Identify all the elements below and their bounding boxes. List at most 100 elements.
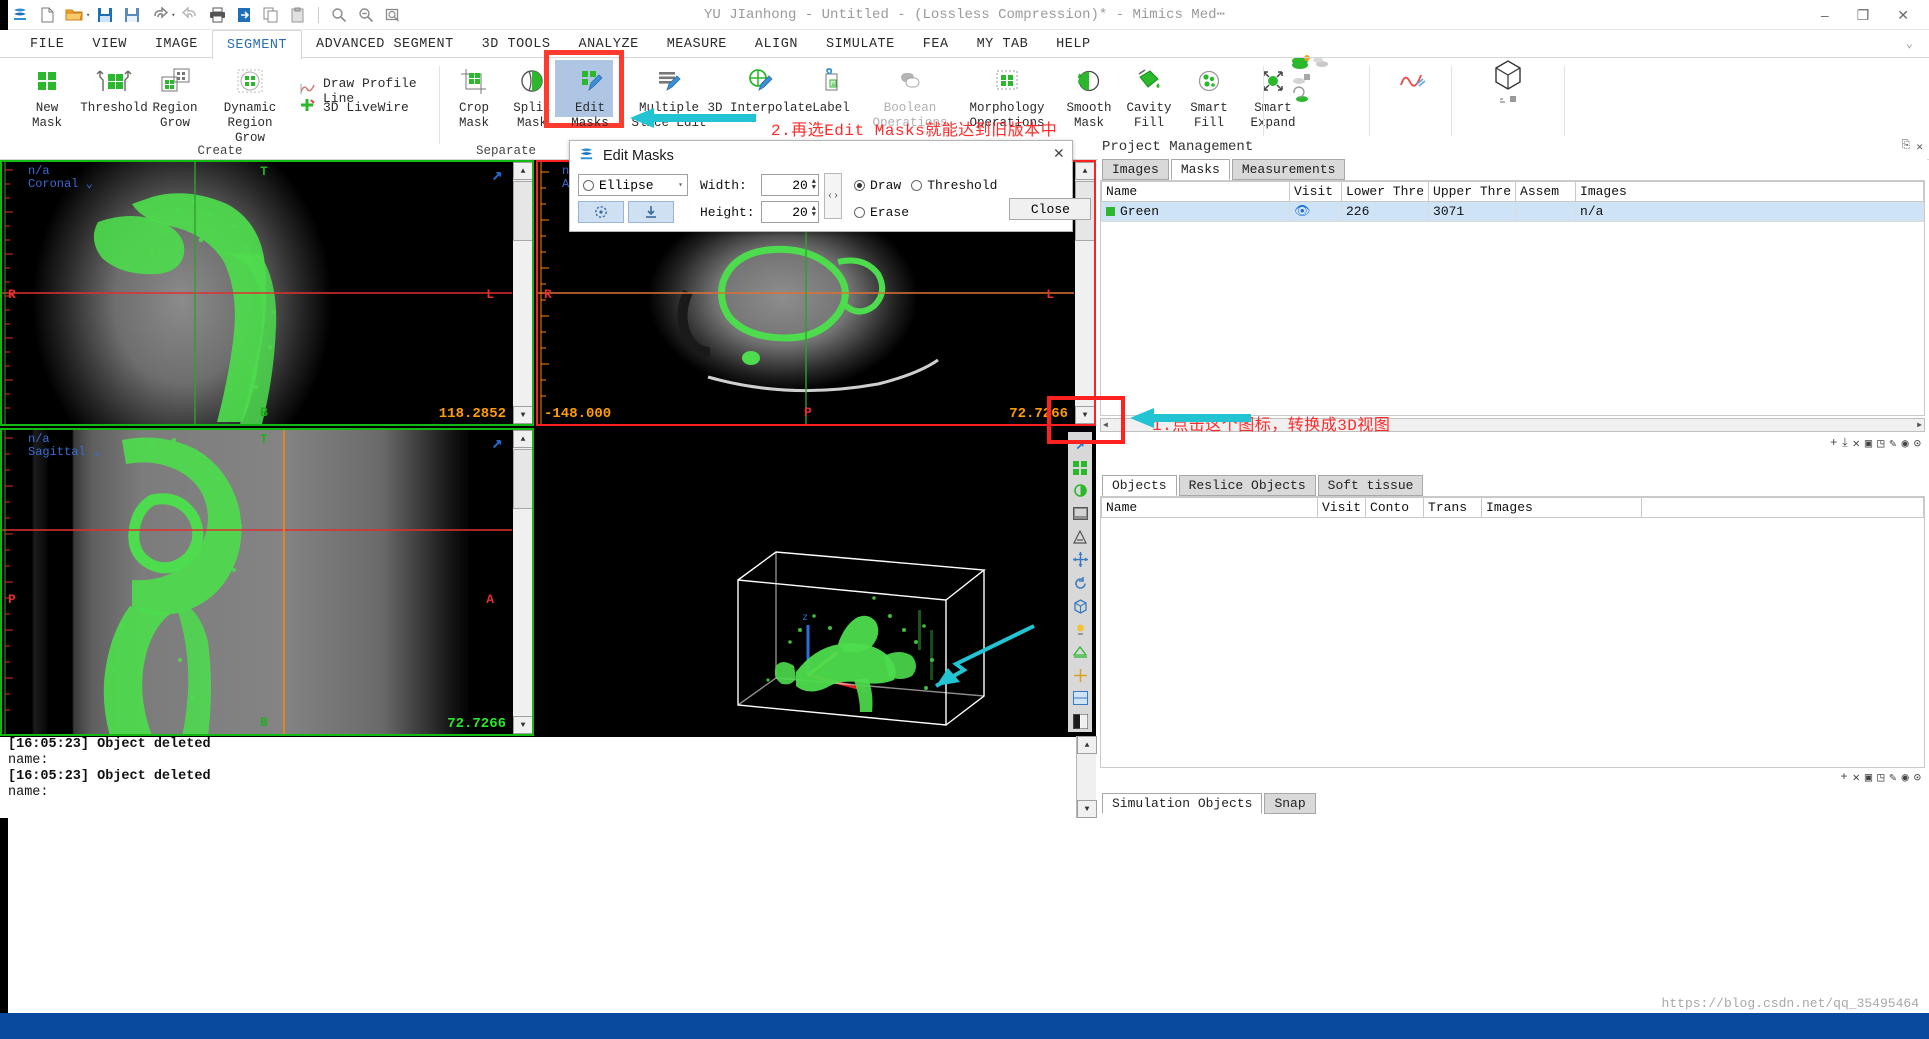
object-visibility-icon[interactable]: ◉ (1902, 770, 1909, 785)
viewport-sagittal-scrollbar[interactable]: ▲ ▼ (512, 430, 532, 734)
menu-item-my-tab[interactable]: MY TAB (963, 30, 1043, 58)
panel-close-icon[interactable]: ✕ (1916, 140, 1923, 154)
column-images[interactable]: Images (1481, 497, 1643, 518)
chevron-down-icon[interactable]: ▾ (678, 180, 683, 190)
link-width-height-button[interactable]: ‹› (824, 173, 842, 219)
clip-plane-icon[interactable] (1069, 642, 1091, 663)
column-visit[interactable]: Visit (1289, 181, 1342, 202)
menu-item-simulate[interactable]: SIMULATE (812, 30, 909, 58)
column-lower-threshold[interactable]: Lower Thre (1340, 181, 1430, 202)
annotate-a-icon[interactable] (1069, 526, 1091, 547)
edit-masks-dialog-close-icon[interactable]: ✕ (1054, 145, 1064, 165)
objects-mini-toolbar[interactable]: + ✕ ▣ ◳ ✎ ◉ ⊙ (1098, 768, 1927, 786)
maximize-button[interactable]: ❐ (1857, 7, 1870, 24)
cavity-fill-button[interactable]: Cavity Fill (1118, 64, 1180, 131)
mask-upper-threshold-cell[interactable]: 3071 (1428, 201, 1517, 222)
draw-radio-option[interactable]: Draw (854, 178, 901, 193)
minimize-button[interactable]: – (1821, 7, 1829, 23)
add-object-icon[interactable]: + (1840, 770, 1847, 784)
mask-visibility-icon[interactable] (1069, 480, 1091, 501)
edit-mask-icon[interactable]: ✎ (1889, 436, 1896, 451)
mask-lower-threshold-cell[interactable]: 226 (1340, 201, 1430, 222)
mask-properties-icon[interactable]: ◳ (1877, 436, 1884, 451)
menu-item-segment[interactable]: SEGMENT (211, 30, 303, 59)
ribbon-collapse-icon[interactable]: ⌄ (1906, 36, 1913, 51)
delete-mask-icon[interactable]: ✕ (1853, 436, 1860, 451)
circle-brush-tool-button[interactable] (578, 201, 624, 223)
smooth-mask-button[interactable]: Smooth Mask (1058, 64, 1120, 131)
close-button[interactable]: ✕ (1897, 7, 1909, 24)
mask-visibility-cell[interactable]: 👁 (1289, 201, 1342, 222)
grid-view-toggle-icon[interactable] (1069, 457, 1091, 478)
viewport-coronal-expand-icon[interactable]: ↗ (486, 166, 508, 186)
dynamic-region-grow-button[interactable]: Dynamic Region Grow (200, 64, 300, 146)
column-images[interactable]: Images (1575, 181, 1924, 202)
viewport-sagittal-expand-icon[interactable]: ↗ (486, 434, 508, 454)
shape-select[interactable]: Ellipse ▾ (578, 174, 688, 196)
scroll-right-arrow-icon[interactable]: ▶ (1917, 420, 1922, 430)
erase-radio-icon[interactable] (854, 206, 865, 218)
threshold-radio-icon[interactable] (911, 179, 923, 191)
column-visit[interactable]: Visit (1316, 497, 1367, 518)
menu-item-measure[interactable]: MEASURE (653, 30, 741, 58)
rotate-icon[interactable] (1069, 572, 1091, 593)
masks-mini-toolbar[interactable]: + ⤓ ✕ ▣ ◳ ✎ ◉ ⊙ (1098, 434, 1927, 452)
duplicate-mask-icon[interactable]: ▣ (1865, 436, 1872, 451)
smart-fill-button[interactable]: Smart Fill (1178, 64, 1240, 131)
label-button[interactable]: a Label (800, 64, 862, 116)
edit-masks-button[interactable]: Edit Masks (559, 64, 621, 131)
tab-snap[interactable]: Snap (1264, 793, 1316, 814)
slice-orientation-icon[interactable] (1069, 688, 1091, 709)
light-source-icon[interactable] (1069, 619, 1091, 640)
tab-reslice-objects[interactable]: Reslice Objects (1178, 475, 1316, 496)
object-settings-icon[interactable]: ⊙ (1914, 770, 1921, 785)
scroll-up-arrow-icon[interactable]: ▲ (513, 430, 532, 448)
close-button[interactable]: Close (1009, 198, 1092, 220)
livewire-3d-item[interactable]: 3D LiveWire (300, 98, 409, 116)
mask-visibility-toggle-icon[interactable]: ◉ (1902, 436, 1909, 451)
duplicate-object-icon[interactable]: ▣ (1865, 770, 1872, 785)
edit-masks-dialog[interactable]: Edit Masks ✕ Ellipse ▾ Width: 20 ▲ ▼ Hei… (569, 140, 1092, 232)
scroll-down-arrow-icon[interactable]: ▼ (1077, 800, 1097, 818)
width-input[interactable]: 20 ▲ ▼ (761, 174, 819, 196)
log-panel-scrollbar[interactable]: ▲ ▼ (1076, 736, 1097, 818)
screen-layout-icon[interactable] (1069, 503, 1091, 524)
mask-assembly-cell[interactable] (1515, 201, 1577, 222)
viewport-3d[interactable]: z x y (536, 428, 1096, 736)
height-stepper-icon[interactable]: ▲ ▼ (812, 206, 816, 219)
menu-item-align[interactable]: ALIGN (741, 30, 812, 58)
scroll-thumb[interactable] (513, 449, 532, 509)
mask-images-cell[interactable]: n/a (1575, 201, 1924, 222)
mask-settings-icon[interactable]: ⊙ (1914, 436, 1921, 451)
scroll-down-arrow-icon[interactable]: ▼ (513, 406, 532, 424)
cube-view-icon[interactable] (1069, 596, 1091, 617)
trace-button[interactable] (1375, 64, 1449, 98)
mask-name-cell[interactable]: Green (1101, 201, 1290, 222)
tab-objects[interactable]: Objects (1102, 475, 1177, 496)
menu-item-advanced-segment[interactable]: ADVANCED SEGMENT (302, 30, 468, 58)
menu-item-file[interactable]: FILE (16, 30, 78, 58)
project-management-tabs[interactable]: Images Masks Measurements (1098, 158, 1927, 180)
scroll-up-arrow-icon[interactable]: ▲ (1077, 736, 1097, 754)
delete-object-icon[interactable]: ✕ (1853, 770, 1860, 785)
menu-item-help[interactable]: HELP (1042, 30, 1104, 58)
objects-tabs[interactable]: Objects Reslice Objects Soft tissue (1098, 474, 1927, 496)
table-row[interactable]: Green 👁 226 3071 n/a (1101, 201, 1924, 222)
column-contour[interactable]: Conto (1365, 497, 1425, 518)
scroll-down-arrow-icon[interactable]: ▼ (513, 716, 532, 734)
pan-move-icon[interactable] (1069, 549, 1091, 570)
polylines-button[interactable] (1276, 55, 1350, 102)
edit-object-icon[interactable]: ✎ (1889, 770, 1896, 785)
scroll-up-arrow-icon[interactable]: ▲ (513, 162, 532, 180)
width-stepper-icon[interactable]: ▲ ▼ (812, 179, 816, 192)
crop-mask-button[interactable]: Crop Mask (443, 64, 505, 131)
viewport-sagittal[interactable]: n/a Sagittal ⌄ T B P A 72.7266 ↗ ▲ ▼ (0, 428, 534, 736)
tab-simulation-objects[interactable]: Simulation Objects (1102, 793, 1263, 814)
tab-soft-tissue[interactable]: Soft tissue (1317, 475, 1424, 496)
add-mask-icon[interactable]: + (1830, 436, 1837, 450)
measure-cursor-icon[interactable] (1069, 665, 1091, 686)
menu-item-fea[interactable]: FEA (909, 30, 963, 58)
tab-images[interactable]: Images (1102, 159, 1169, 180)
shape-radio-icon[interactable] (583, 179, 594, 191)
viewport-coronal-scrollbar[interactable]: ▲ ▼ (512, 162, 532, 424)
